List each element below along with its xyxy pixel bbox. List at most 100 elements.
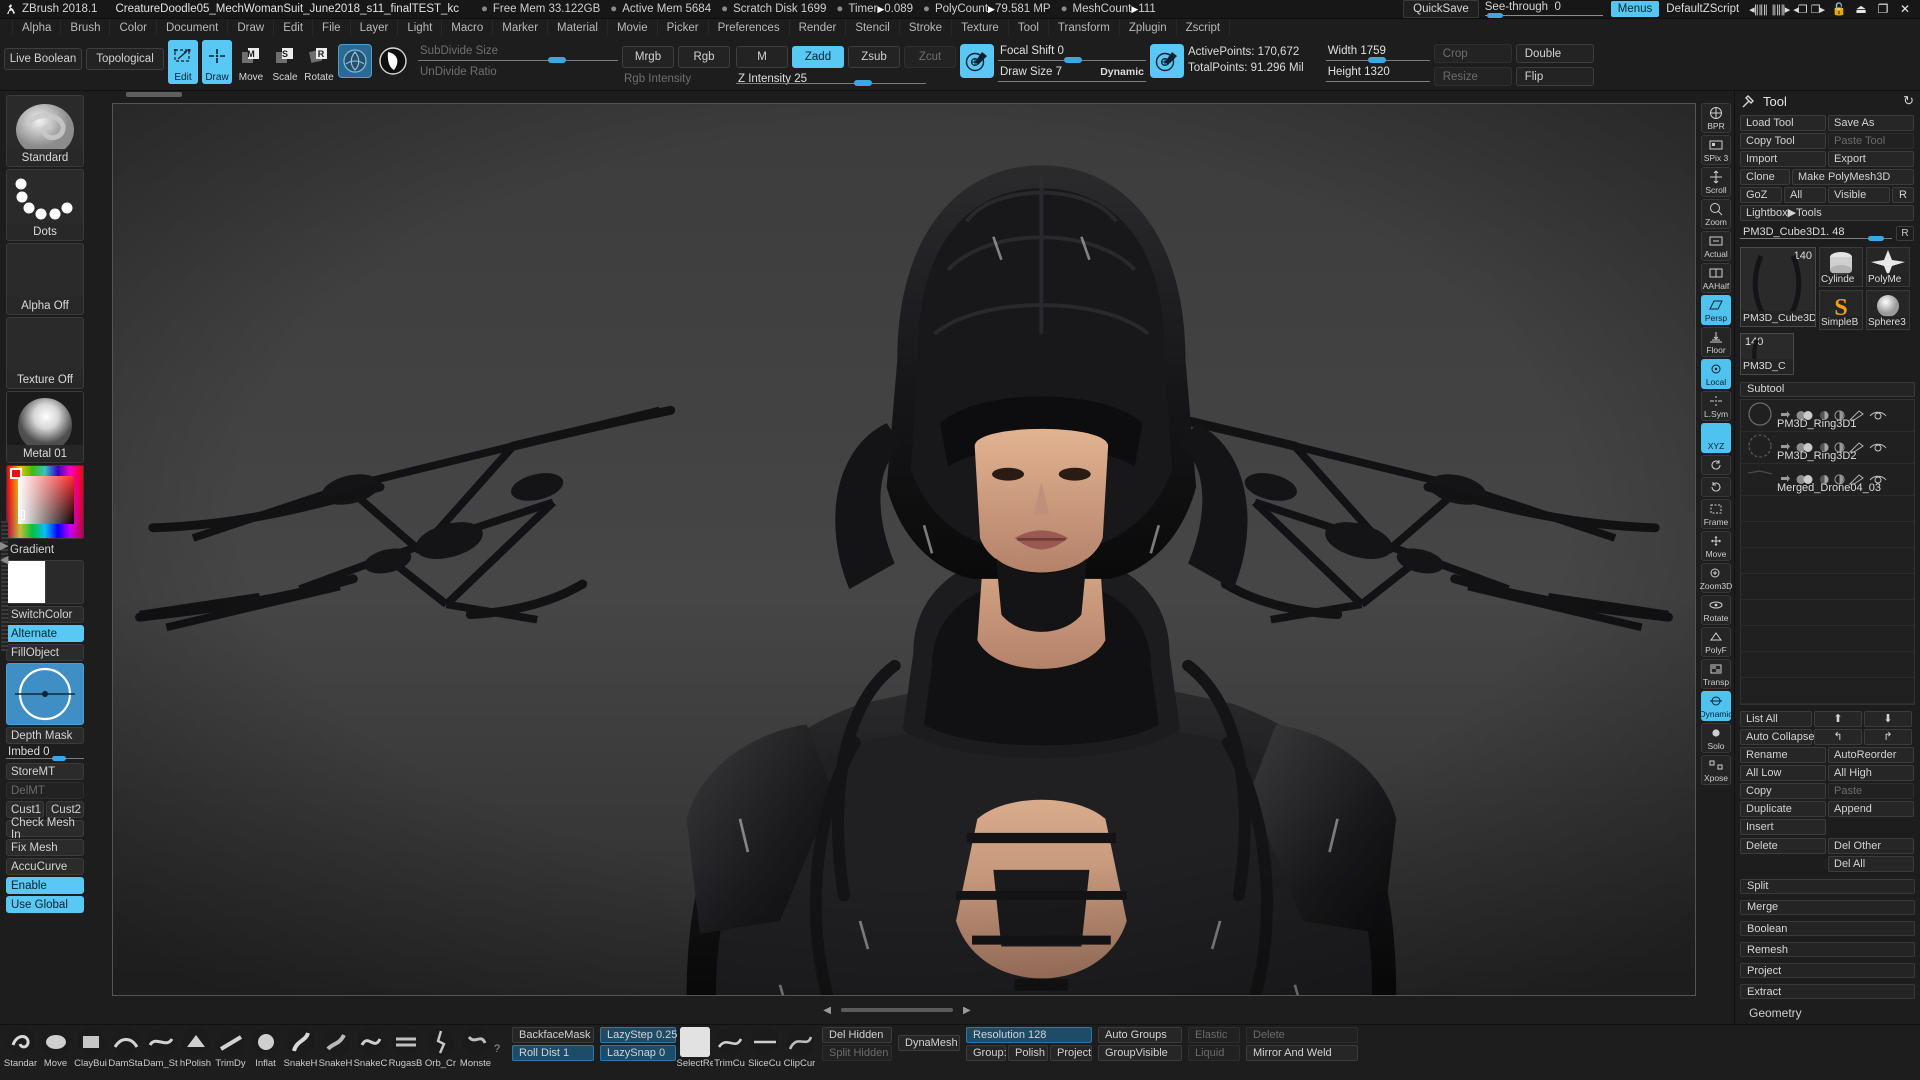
color-picker[interactable] xyxy=(6,465,84,539)
zcut-button[interactable]: Zcut xyxy=(904,46,956,68)
list-all-button[interactable]: List All xyxy=(1740,710,1812,727)
move-3d-button[interactable]: Move xyxy=(1701,531,1731,561)
menu-light[interactable]: Light xyxy=(398,19,443,36)
menu-transform[interactable]: Transform xyxy=(1049,19,1120,36)
del-hidden-button[interactable]: Del Hidden xyxy=(822,1027,892,1043)
elastic-button[interactable]: Elastic xyxy=(1188,1027,1240,1043)
menu-preferences[interactable]: Preferences xyxy=(709,19,790,36)
canvas-scroll-left-icon[interactable]: ◀ xyxy=(823,1005,831,1016)
alternate-button[interactable]: Alternate xyxy=(6,625,84,642)
window-arrange-left-icon[interactable]: ◂❐ xyxy=(1793,3,1807,16)
transp-button[interactable]: Transp xyxy=(1701,659,1731,689)
storemt-button[interactable]: StoreMT xyxy=(6,763,84,780)
draw-size-icon-button-2[interactable] xyxy=(1150,44,1184,78)
lazysnap-slider[interactable]: LazySnap 0 xyxy=(600,1045,676,1061)
rotate-3d-button[interactable]: Rotate xyxy=(1701,595,1731,625)
help-icon[interactable]: ? xyxy=(494,1027,506,1055)
solo-button[interactable]: Solo xyxy=(1701,723,1731,753)
zoom3d-button[interactable]: Zoom3D xyxy=(1700,563,1732,593)
reset-icon[interactable]: ↻ xyxy=(1903,93,1914,109)
brush-monster-button[interactable]: Monste xyxy=(459,1027,492,1079)
polish-button[interactable]: Polish xyxy=(1008,1045,1048,1061)
subtool-empty-row[interactable] xyxy=(1741,548,1914,574)
menu-edit[interactable]: Edit xyxy=(274,19,314,36)
zadd-button[interactable]: Zadd xyxy=(792,46,844,68)
zoom-button[interactable]: Zoom xyxy=(1701,199,1731,229)
all-high-button[interactable]: All High xyxy=(1828,764,1914,781)
all-low-button[interactable]: All Low xyxy=(1740,764,1826,781)
menu-zplugin[interactable]: Zplugin xyxy=(1120,19,1177,36)
section-split[interactable]: Split xyxy=(1740,878,1915,894)
rgb-intensity-slider[interactable]: Rgb Intensity xyxy=(622,72,732,88)
dynamesh-button[interactable]: DynaMesh xyxy=(898,1035,960,1051)
current-stroke-tile[interactable]: Dots xyxy=(6,169,84,241)
menu-draw[interactable]: Draw xyxy=(228,19,275,36)
current-tool-slider[interactable]: PM3D_Cube3D1. 48 R xyxy=(1740,225,1914,242)
clip-curve-button[interactable]: ClipCur xyxy=(783,1027,816,1079)
menu-zscript[interactable]: Zscript xyxy=(1177,19,1231,36)
xpose-button[interactable]: Xpose xyxy=(1701,755,1731,785)
minimize-icon[interactable]: ⏏ xyxy=(1850,2,1872,16)
tool-thumb-simplebrush[interactable]: S SimpleB xyxy=(1819,289,1863,330)
save-as-button[interactable]: Save As xyxy=(1828,114,1914,131)
brush-damstandard-button[interactable]: DamSta xyxy=(108,1027,143,1079)
all-button[interactable]: All xyxy=(1784,186,1826,203)
menu-document[interactable]: Document xyxy=(157,19,229,36)
use-global-button[interactable]: Use Global xyxy=(6,896,84,913)
subdivide-size-slider[interactable]: SubDivide Size xyxy=(418,44,618,65)
brush-snakehook2-button[interactable]: SnakeH xyxy=(319,1027,352,1079)
draw-mode-button[interactable]: Draw xyxy=(202,40,232,84)
subtool-empty-row[interactable] xyxy=(1741,522,1914,548)
fix-mesh-button[interactable]: Fix Mesh xyxy=(6,839,84,856)
group-visible-button[interactable]: GroupVisible xyxy=(1098,1045,1182,1061)
menu-movie[interactable]: Movie xyxy=(608,19,658,36)
focal-shift-slider[interactable]: Focal Shift 0 xyxy=(998,44,1146,65)
brush-move-button[interactable]: Move xyxy=(39,1027,72,1079)
backfacemask-button[interactable]: BackfaceMask xyxy=(512,1027,594,1043)
height-slider[interactable]: Height 1320 xyxy=(1325,65,1430,86)
collapse-right-button[interactable]: ↱ xyxy=(1864,728,1912,745)
local-button[interactable]: Local xyxy=(1701,359,1731,389)
menu-render[interactable]: Render xyxy=(790,19,847,36)
aahalf-button[interactable]: AAHalf xyxy=(1701,263,1731,293)
actual-button[interactable]: Actual xyxy=(1701,231,1731,261)
rename-button[interactable]: Rename xyxy=(1740,746,1826,763)
move-mode-button[interactable]: M Move xyxy=(236,40,266,84)
menu-stroke[interactable]: Stroke xyxy=(900,19,953,36)
lazystep-slider[interactable]: LazyStep 0.25 xyxy=(600,1027,677,1043)
del-all-button[interactable]: Del All xyxy=(1828,855,1914,872)
menu-texture[interactable]: Texture xyxy=(952,19,1009,36)
delete-button[interactable]: Delete xyxy=(1740,837,1826,854)
cust2-button[interactable]: Cust2 xyxy=(46,801,84,818)
subtool-empty-row[interactable] xyxy=(1741,652,1914,678)
bpr-button[interactable]: BPR xyxy=(1701,103,1731,133)
menu-file[interactable]: File xyxy=(313,19,351,36)
palette-collapse-icon[interactable]: ◀ xyxy=(0,553,8,566)
subtool-empty-row[interactable] xyxy=(1741,574,1914,600)
z-intensity-knob[interactable] xyxy=(854,80,872,86)
auto-groups-button[interactable]: Auto Groups xyxy=(1098,1027,1182,1043)
canvas-hscrollbar[interactable] xyxy=(841,1008,953,1012)
enable-button[interactable]: Enable xyxy=(6,877,84,894)
live-boolean-button[interactable]: Live Boolean xyxy=(4,48,82,70)
gradient-button[interactable]: Gradient xyxy=(6,541,84,558)
width-knob[interactable] xyxy=(1367,57,1386,63)
width-slider[interactable]: Width 1759 xyxy=(1325,44,1430,65)
collapse-left-button[interactable]: ↰ xyxy=(1814,728,1862,745)
brush-snakecurve-button[interactable]: SnakeC xyxy=(354,1027,387,1079)
current-tool-knob[interactable] xyxy=(1868,235,1884,241)
copy-subtool-button[interactable]: Copy xyxy=(1740,782,1826,799)
project-button[interactable]: Project xyxy=(1050,1045,1092,1061)
menu-color[interactable]: Color xyxy=(110,19,157,36)
check-mesh-integrity-button[interactable]: Check Mesh In xyxy=(6,817,84,841)
append-button[interactable]: Append xyxy=(1828,800,1914,817)
see-through-knob[interactable] xyxy=(1486,12,1503,18)
rgb-button[interactable]: Rgb xyxy=(678,46,730,68)
subtool-row-ring3d1[interactable]: PM3D_Ring3D1 xyxy=(1741,400,1914,432)
brush-rugas-button[interactable]: RugasB xyxy=(389,1027,422,1079)
close-icon[interactable]: ✕ xyxy=(1894,2,1916,16)
insert-button[interactable]: Insert xyxy=(1740,818,1826,835)
auto-collapse-button[interactable]: Auto Collapse xyxy=(1740,728,1815,745)
eye-icon[interactable] xyxy=(1869,442,1887,453)
shelf-slider-right-icon[interactable]: ∥∥∥▸ xyxy=(1771,3,1790,16)
